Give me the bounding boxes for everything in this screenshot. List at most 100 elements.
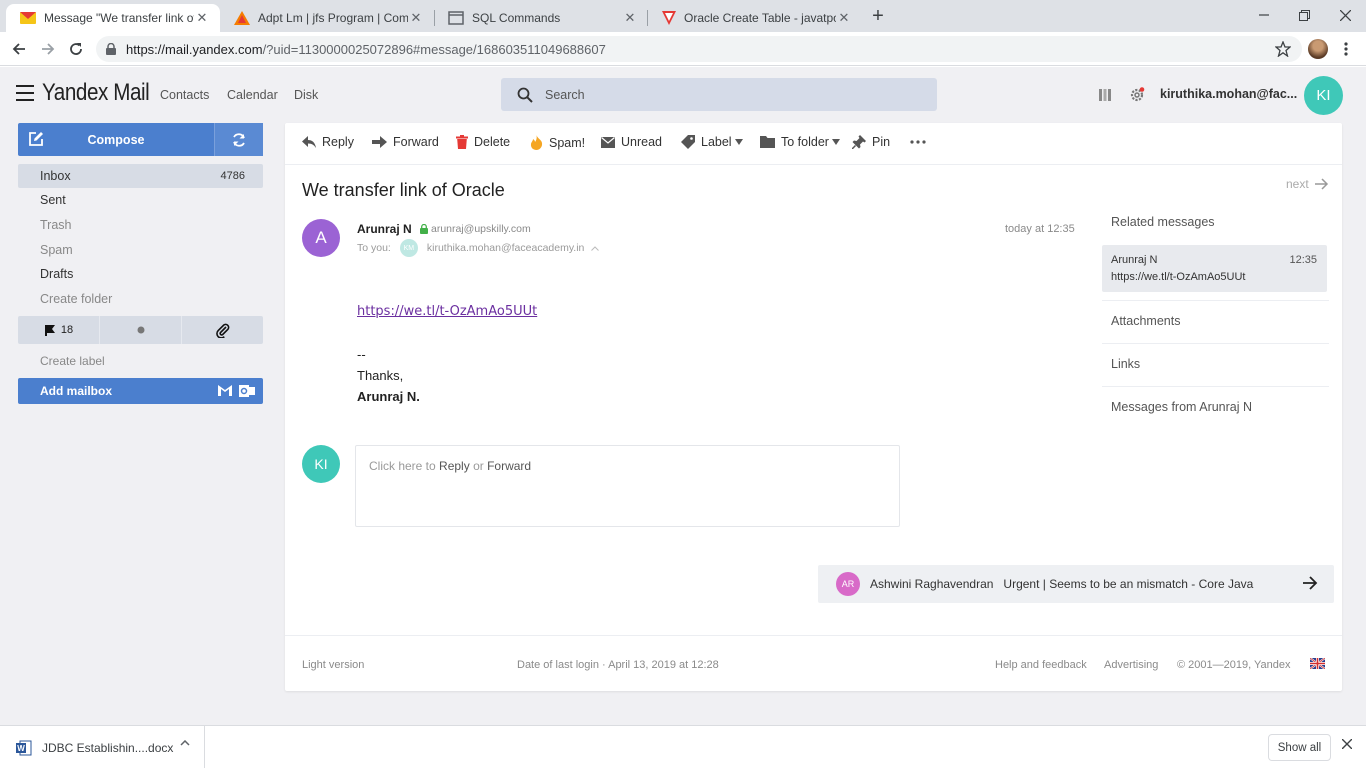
light-version-link[interactable]: Light version [302,659,364,671]
folder-drafts[interactable]: Drafts [18,262,263,286]
folder-spam[interactable]: Spam [18,238,263,262]
folder-label: Sent [40,193,66,207]
create-label-link[interactable]: Create label [18,349,263,373]
signature-name: Arunraj N. [357,389,420,404]
minimize-icon[interactable] [1244,0,1284,30]
quick-reply-box[interactable]: Click here to Reply or Forward [355,445,900,527]
spam-button[interactable]: Spam! [530,135,585,150]
create-label-text: Create label [40,354,105,368]
nav-disk[interactable]: Disk [294,88,318,102]
filter-unread[interactable] [100,316,182,344]
user-avatar[interactable]: KI [1304,76,1343,115]
chevron-up-icon[interactable] [591,245,600,251]
address-bar[interactable]: https://mail.yandex.com/?uid=11300000250… [96,36,1302,62]
tab-javatpoint[interactable]: Oracle Create Table - javatpoint ✕ [648,4,862,32]
mailbox-provider-icons [217,383,255,399]
back-icon[interactable] [7,37,31,61]
user-email[interactable]: kiruthika.mohan@fac... [1160,87,1297,101]
forward-button[interactable]: Forward [372,135,439,149]
yandex-mail-logo[interactable]: Yandex Mail [42,79,150,107]
recipient-avatar: KM [399,239,418,257]
search-input[interactable] [545,87,885,102]
related-message-item[interactable]: Arunraj N 12:35 https://we.tl/t-OzAmAo5U… [1102,245,1327,292]
folder-trash[interactable]: Trash [18,213,263,237]
close-download-bar-icon[interactable] [1342,739,1352,749]
show-all-button[interactable]: Show all [1268,734,1331,761]
reply-button[interactable]: Reply [302,135,354,149]
sender-email[interactable]: arunraj@upskilly.com [431,223,531,235]
next-message-link[interactable]: next [1286,177,1329,191]
close-window-icon[interactable] [1325,0,1365,30]
recipient-email[interactable]: kiruthika.mohan@faceacademy.in [427,242,585,254]
recipient-line: To you: KM kiruthika.mohan@faceacademy.i… [357,239,600,257]
uk-flag-icon[interactable] [1310,658,1325,669]
delete-button[interactable]: Delete [456,135,510,149]
folder-inbox[interactable]: Inbox 4786 [18,164,263,188]
filter-attachments[interactable] [182,316,263,344]
reply-icon [302,136,316,148]
reload-icon[interactable] [64,37,88,61]
chevron-up-icon[interactable] [180,740,190,746]
add-mailbox-button[interactable]: Add mailbox [18,378,263,404]
layout-toggle-icon[interactable] [1097,87,1113,103]
folder-label: Create folder [40,292,113,306]
menu-dots-icon[interactable] [1334,37,1358,61]
refresh-icon [231,132,247,148]
attachments-section[interactable]: Attachments [1111,314,1329,328]
tab-yandex-mail[interactable]: Message "We transfer link of Ora ✕ [6,4,220,32]
restore-icon[interactable] [1284,0,1324,30]
download-item[interactable]: W JDBC Establishin....docx [0,726,205,768]
next-thread-item[interactable]: AR Ashwini Raghavendran Urgent | Seems t… [818,565,1334,603]
tab-sql-commands[interactable]: SQL Commands ✕ [434,4,648,32]
nav-contacts[interactable]: Contacts [160,88,209,102]
filter-flagged[interactable]: 18 [18,316,100,344]
new-tab-icon[interactable]: + [866,4,890,28]
unread-button[interactable]: Unread [601,135,662,149]
related-messages-title: Related messages [1111,215,1215,229]
quick-forward-link[interactable]: Forward [487,459,531,473]
sender-avatar[interactable]: A [302,219,340,257]
arrow-right-icon [1314,178,1329,190]
messages-from-section[interactable]: Messages from Arunraj N [1111,400,1329,414]
tab-title: Message "We transfer link of Ora [44,11,194,25]
sender-name[interactable]: Arunraj N [357,222,412,236]
close-tab-icon[interactable]: ✕ [408,10,424,26]
message-body-link[interactable]: https://we.tl/t-OzAmAo5UUt [357,304,537,319]
folder-label: Drafts [40,267,74,281]
folder-sent[interactable]: Sent [18,188,263,212]
message-time: today at 12:35 [1005,223,1075,235]
close-tab-icon[interactable]: ✕ [194,10,210,26]
download-file-name: JDBC Establishin....docx [42,740,174,755]
pin-label: Pin [872,135,891,149]
lock-icon [106,43,116,55]
compose-button[interactable]: Compose [18,123,214,156]
bookmark-star-icon[interactable] [1271,37,1295,61]
links-section[interactable]: Links [1111,357,1329,371]
create-folder-link[interactable]: Create folder [18,287,263,311]
advertising-link[interactable]: Advertising [1104,659,1158,671]
to-folder-label: To folder [781,135,829,149]
label-dropdown[interactable]: Label [681,135,743,149]
search-bar[interactable] [501,78,937,111]
close-tab-icon[interactable]: ✕ [836,10,852,26]
quick-reply-link[interactable]: Reply [439,459,470,473]
settings-gear-icon[interactable] [1129,87,1145,103]
hamburger-menu-icon[interactable] [16,85,34,101]
forward-nav-icon[interactable] [36,37,60,61]
next-thread-from: Ashwini Raghavendran [870,577,994,591]
paperclip-icon [215,322,231,338]
next-thread-avatar: AR [836,572,860,596]
trash-icon [456,135,468,149]
close-tab-icon[interactable]: ✕ [622,10,638,26]
flag-icon [44,324,56,336]
tab-title: Oracle Create Table - javatpoint [684,11,836,25]
tab-adpt[interactable]: Adpt Lm | jfs Program | Comodo ✕ [220,4,434,32]
more-actions-icon[interactable] [910,140,926,144]
to-folder-dropdown[interactable]: To folder [760,135,840,149]
refresh-button[interactable] [214,123,263,156]
profile-avatar[interactable] [1308,39,1328,59]
yandex-mail-page: Yandex Mail Contacts Calendar Disk kirut… [0,67,1366,725]
pin-button[interactable]: Pin [852,135,890,149]
help-feedback-link[interactable]: Help and feedback [995,659,1087,671]
nav-calendar[interactable]: Calendar [227,88,278,102]
